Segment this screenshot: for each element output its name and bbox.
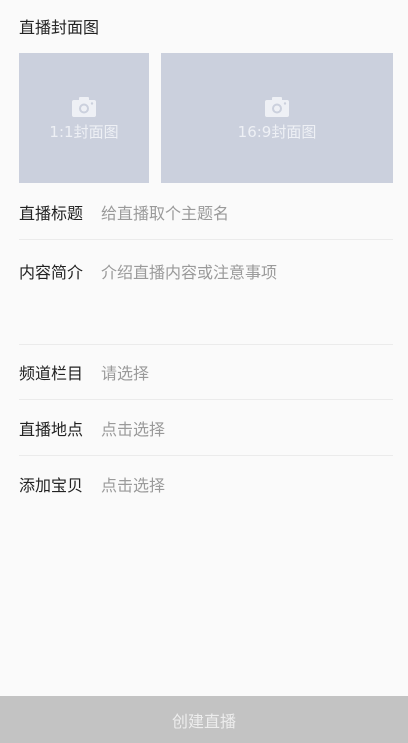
cover-section-title: 直播封面图 (19, 18, 100, 37)
camera-icon (265, 96, 289, 117)
channel-row[interactable]: 频道栏目 请选择 (19, 360, 393, 384)
live-title-label: 直播标题 (19, 204, 84, 223)
create-live-button[interactable]: 创建直播 (0, 696, 408, 743)
divider (19, 455, 393, 456)
intro-row: 内容简介 介绍直播内容或注意事项 (19, 259, 393, 283)
location-label: 直播地点 (19, 420, 84, 439)
cover-1x1-label: 1:1封面图 (49, 122, 119, 141)
location-select[interactable]: 点击选择 (101, 416, 165, 440)
goods-label: 添加宝贝 (19, 476, 84, 495)
goods-select[interactable]: 点击选择 (101, 472, 165, 496)
divider (19, 344, 393, 345)
divider (19, 399, 393, 400)
live-title-row: 直播标题 给直播取个主题名 (19, 200, 393, 224)
intro-label: 内容简介 (19, 263, 84, 282)
divider (19, 239, 393, 240)
goods-row[interactable]: 添加宝贝 点击选择 (19, 472, 393, 496)
channel-label: 频道栏目 (19, 364, 84, 383)
channel-select[interactable]: 请选择 (101, 360, 149, 384)
location-row[interactable]: 直播地点 点击选择 (19, 416, 393, 440)
cover-16x9-upload[interactable]: 16:9封面图 (161, 53, 393, 183)
intro-textarea[interactable]: 介绍直播内容或注意事项 (101, 259, 277, 283)
cover-16x9-label: 16:9封面图 (237, 122, 317, 141)
camera-icon (72, 96, 96, 117)
create-live-page: 直播封面图 1:1封面图 16:9封面图 直播标题 给直播取个主题名 内容简介 … (0, 0, 408, 743)
live-title-input[interactable]: 给直播取个主题名 (101, 200, 229, 224)
cover-1x1-upload[interactable]: 1:1封面图 (19, 53, 149, 183)
